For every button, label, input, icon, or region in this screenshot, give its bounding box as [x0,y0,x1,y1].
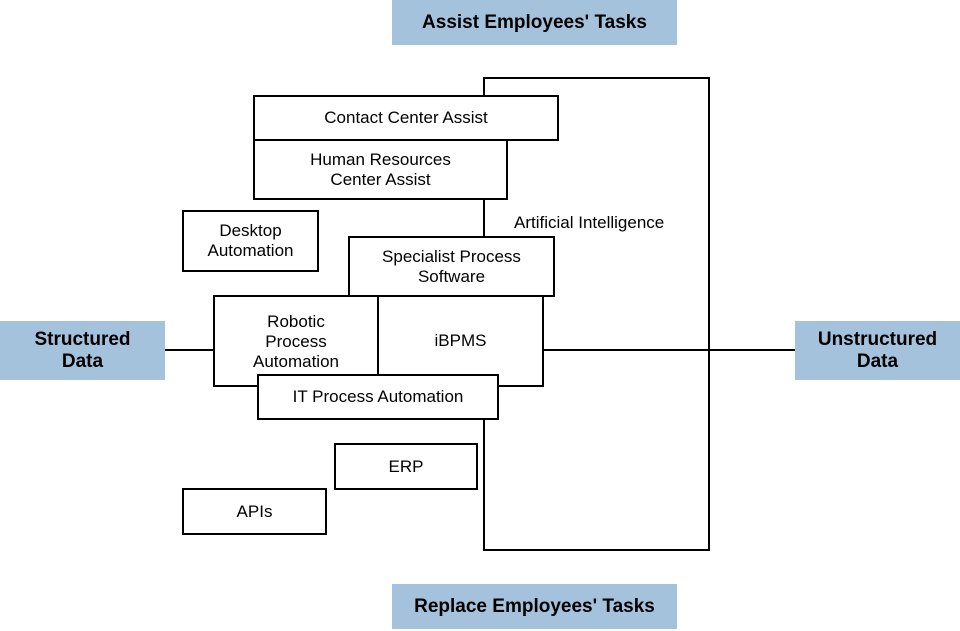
axis-right-label: Unstructured Data [795,321,960,380]
axis-left-label: Structured Data [0,321,165,380]
box-contact-center-assist: Contact Center Assist [253,95,559,141]
ai-region-left-mid [483,198,485,238]
ai-region-left-bottom [483,418,485,551]
box-it-process-automation: IT Process Automation [257,374,499,420]
ai-region-top [483,77,710,79]
ai-region-label: Artificial Intelligence [514,213,665,232]
box-desktop-automation: Desktop Automation [182,210,319,272]
box-specialist-process-software: Specialist Process Software [348,236,555,297]
ai-region-right [708,77,710,551]
axis-top-label: Assist Employees' Tasks [392,0,677,45]
box-apis: APIs [182,488,327,535]
left-axis-connector [165,349,215,351]
axis-bottom-label: Replace Employees' Tasks [392,584,677,629]
box-hr-center-assist: Human Resources Center Assist [253,139,508,200]
ai-region-left-top [483,77,485,97]
right-axis-connector [543,349,795,351]
ai-region-bottom [483,549,710,551]
box-erp: ERP [334,443,478,490]
